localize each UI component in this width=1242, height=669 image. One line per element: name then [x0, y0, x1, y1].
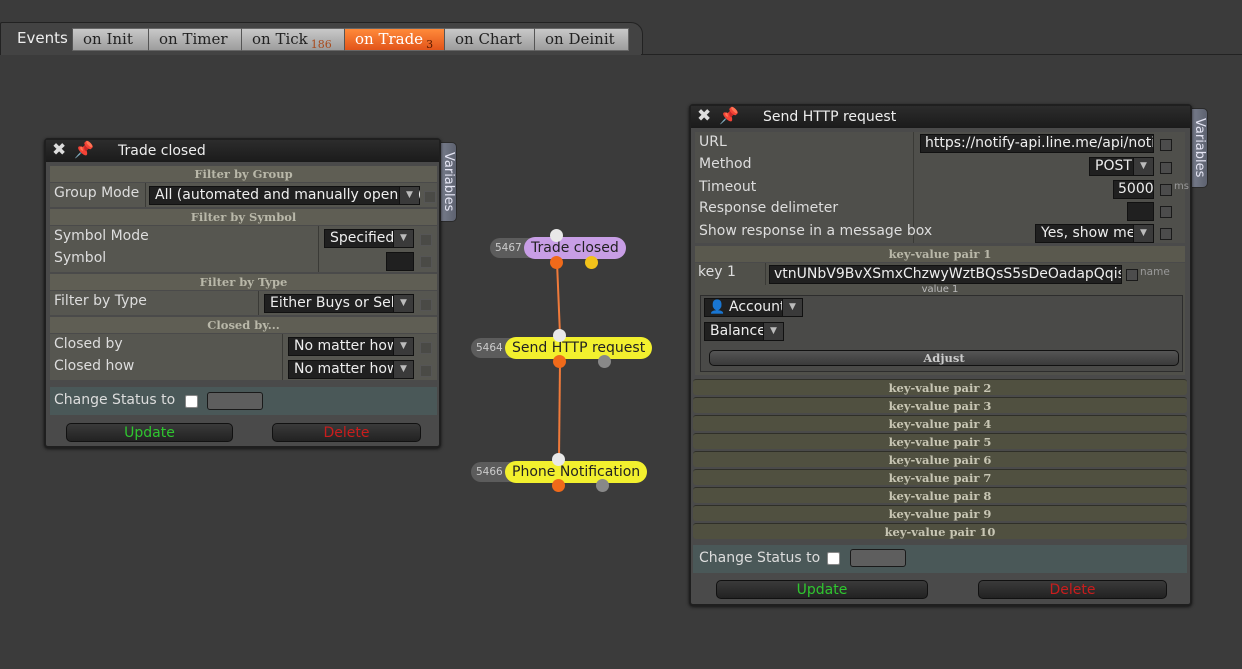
kv-pair-header[interactable]: key-value pair 3 — [693, 397, 1187, 413]
method-label: Method — [699, 156, 752, 172]
change-status-label: Change Status to — [699, 550, 821, 566]
node-output-port[interactable] — [596, 479, 609, 492]
url-input[interactable]: https://notify-api.line.me/api/notify — [920, 134, 1154, 153]
variables-tab-http[interactable]: Variables — [1190, 108, 1208, 188]
chevron-down-icon: ▼ — [763, 323, 783, 340]
delimiter-checkbox[interactable] — [1160, 206, 1172, 218]
change-status-row: Change Status to — [693, 545, 1187, 573]
node-output-port[interactable] — [585, 256, 598, 269]
connection-line — [558, 361, 561, 459]
timeout-unit: ms — [1174, 181, 1189, 192]
kv-pair-header[interactable]: key-value pair 6 — [693, 451, 1187, 467]
node-label: Send HTTP request — [505, 337, 653, 359]
kv-pair-header[interactable]: key-value pair 7 — [693, 469, 1187, 485]
show-response-label: Show response in a message box — [699, 223, 933, 239]
close-icon[interactable]: ✖ — [697, 106, 711, 126]
chevron-down-icon: ▼ — [1133, 225, 1153, 242]
params-block: URL Method Timeout Response delimeter Sh… — [695, 132, 1189, 243]
show-response-select[interactable]: Yes, show me ▼ — [1035, 224, 1154, 243]
kv-pair-header[interactable]: key-value pair 4 — [693, 415, 1187, 431]
delete-button[interactable]: Delete — [978, 580, 1167, 599]
method-select[interactable]: POST ▼ — [1089, 157, 1154, 176]
method-checkbox[interactable] — [1160, 162, 1172, 174]
name-label: name — [1140, 266, 1170, 278]
connection-line — [556, 261, 561, 336]
node-input-port[interactable] — [552, 453, 565, 466]
key-name-checkbox[interactable] — [1126, 269, 1138, 281]
node-output-port[interactable] — [550, 256, 563, 269]
kv1-body: key 1 vtnUNbV9BvXSmxChzwyWztBQsS5sDeOada… — [695, 263, 1185, 375]
node-label: Phone Notification — [505, 461, 648, 483]
value-label: value 1 — [921, 284, 959, 295]
show-response-checkbox[interactable] — [1160, 228, 1172, 240]
url-checkbox[interactable] — [1160, 139, 1172, 151]
balance-select[interactable]: Balance ▼ — [704, 322, 784, 341]
kv-pair-header[interactable]: key-value pair 10 — [693, 523, 1187, 539]
node-output-port[interactable] — [553, 355, 566, 368]
panel-title: Send HTTP request — [763, 109, 897, 125]
delimiter-input[interactable] — [1127, 202, 1154, 221]
delimiter-label: Response delimeter — [699, 200, 839, 216]
kv-pair-header[interactable]: key-value pair 2 — [693, 379, 1187, 395]
node-output-port[interactable] — [598, 355, 611, 368]
value-box: 👤 Account ▼ Balance ▼ Adjust — [700, 295, 1183, 372]
kv-pair-header[interactable]: key-value pair 5 — [693, 433, 1187, 449]
panel-title-bar: ✖ 📌 Send HTTP request — [691, 106, 1190, 128]
timeout-label: Timeout — [699, 179, 757, 195]
node-output-port[interactable] — [552, 479, 565, 492]
url-label: URL — [699, 134, 727, 150]
kv-pair-header[interactable]: key-value pair 9 — [693, 505, 1187, 521]
change-status-input[interactable] — [850, 549, 906, 567]
update-button[interactable]: Update — [716, 580, 928, 599]
key-label: key 1 — [698, 264, 736, 280]
key-input[interactable]: vtnUNbV9BvXSmxChzwyWztBQsS5sDeOadapQqisF… — [769, 265, 1122, 284]
chevron-down-icon: ▼ — [782, 299, 802, 316]
node-label: Trade closed — [524, 237, 626, 259]
account-icon: 👤 — [709, 300, 726, 315]
chevron-down-icon: ▼ — [1133, 158, 1153, 175]
node-input-port[interactable] — [550, 229, 563, 242]
kv-pair-header[interactable]: key-value pair 8 — [693, 487, 1187, 503]
change-status-checkbox[interactable] — [827, 552, 840, 565]
kv1-header[interactable]: key-value pair 1 — [695, 246, 1185, 262]
node-input-port[interactable] — [553, 329, 566, 342]
account-select[interactable]: 👤 Account ▼ — [704, 298, 803, 317]
timeout-input[interactable]: 5000 — [1113, 180, 1154, 199]
pin-icon[interactable]: 📌 — [719, 106, 739, 125]
timeout-checkbox[interactable] — [1160, 184, 1172, 196]
adjust-button[interactable]: Adjust — [709, 350, 1179, 366]
